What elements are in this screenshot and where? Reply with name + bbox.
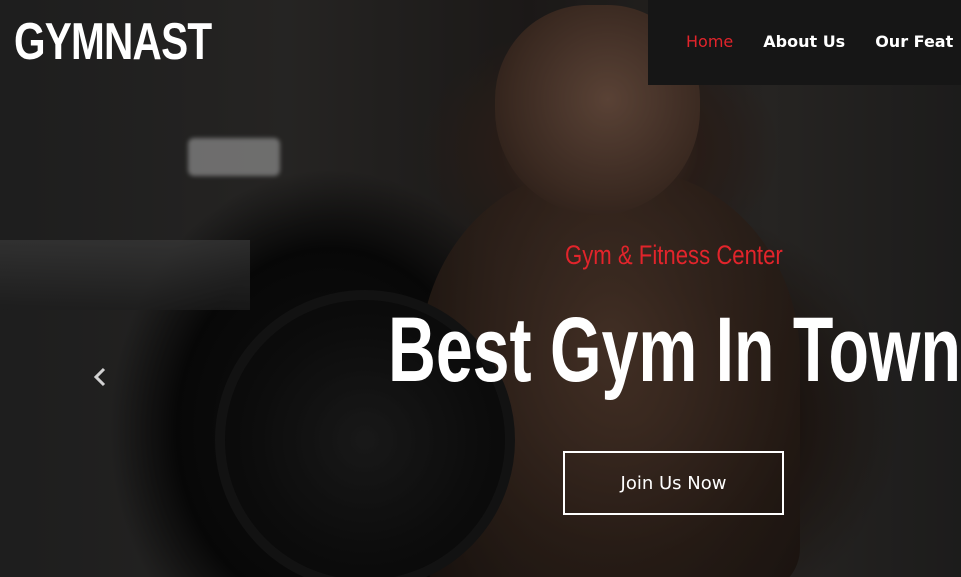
carousel-prev-button[interactable] bbox=[88, 362, 112, 392]
dark-overlay bbox=[0, 0, 961, 577]
site-logo[interactable]: GYMNAST bbox=[14, 12, 212, 72]
nav-item-our-features[interactable]: Our Feat bbox=[875, 32, 953, 53]
chevron-left-icon bbox=[93, 367, 106, 387]
hero-headline: Best Gym In Town bbox=[388, 299, 961, 401]
hero-subtitle: Gym & Fitness Center bbox=[565, 240, 783, 270]
hero-section: GYMNAST Home About Us Our Feat Gym & Fit… bbox=[0, 0, 961, 577]
main-nav: Home About Us Our Feat bbox=[648, 0, 961, 85]
join-us-button[interactable]: Join Us Now bbox=[563, 451, 784, 515]
nav-item-about-us[interactable]: About Us bbox=[763, 32, 845, 53]
nav-item-home[interactable]: Home bbox=[686, 32, 733, 53]
